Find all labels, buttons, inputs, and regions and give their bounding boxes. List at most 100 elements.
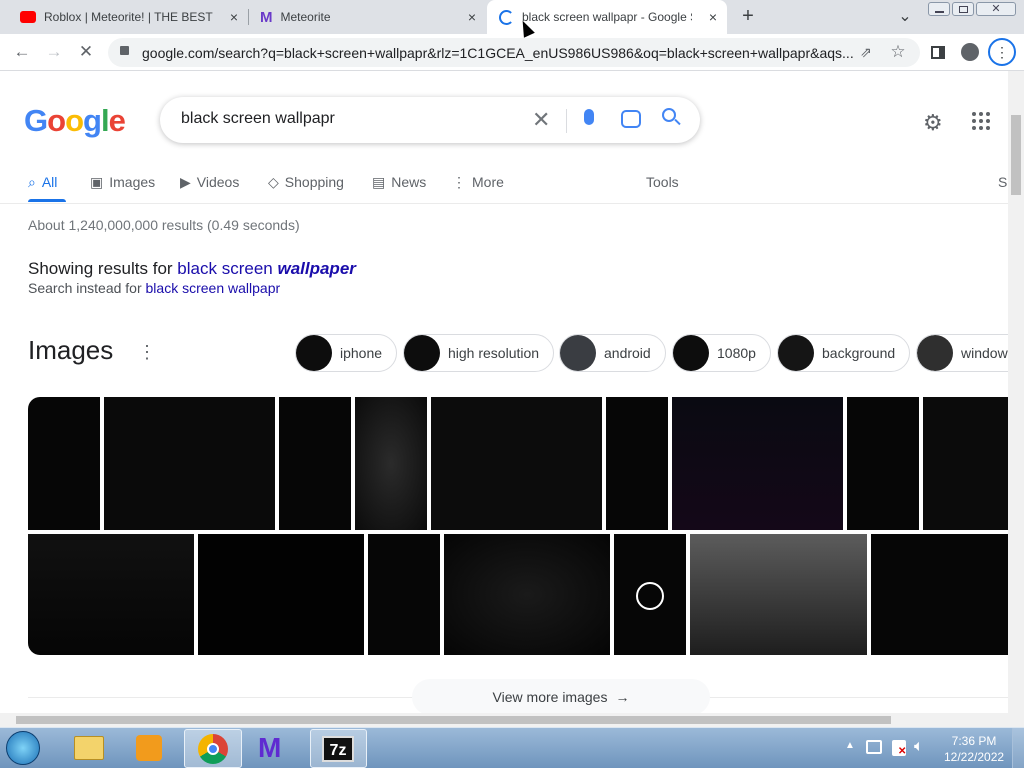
tab-title: black screen wallpapr - Google S (522, 10, 692, 24)
image-result[interactable] (198, 534, 364, 655)
original-query-link[interactable]: black screen wallpapr (146, 280, 281, 296)
image-result[interactable] (28, 397, 100, 530)
camera-lens-icon[interactable] (621, 110, 641, 128)
restore-button[interactable] (952, 2, 974, 16)
more-dots-icon: ⋮ (452, 173, 466, 190)
close-tab-icon[interactable]: × (464, 9, 480, 25)
apps-grid-icon[interactable] (972, 112, 990, 130)
tab-title: Meteorite (280, 10, 331, 24)
tag-icon: ◇ (268, 173, 279, 190)
news-icon: ▤ (372, 173, 386, 190)
tab-strip: Roblox | Meteorite! | THE BEST R( × M Me… (0, 0, 1024, 34)
show-desktop-button[interactable] (1012, 728, 1024, 768)
horizontal-scrollbar[interactable] (0, 713, 1008, 727)
images-heading: Images (28, 335, 114, 365)
image-result[interactable] (847, 397, 919, 530)
media-player-icon[interactable] (136, 735, 162, 761)
image-result[interactable] (606, 397, 668, 530)
youtube-icon (20, 11, 36, 23)
image-result[interactable] (672, 397, 843, 530)
corrected-query-link[interactable]: black screen wallpaper (177, 259, 356, 278)
taskbar: M 7z ▲ ✕ 🔈︎ 7:36 PM 12/22/2022 (0, 727, 1024, 768)
explorer-icon[interactable] (74, 736, 104, 760)
start-orb-icon[interactable] (6, 731, 40, 765)
action-center-icon[interactable]: ✕ (892, 740, 906, 757)
arrow-right-icon: → (615, 689, 630, 705)
network-icon[interactable] (866, 740, 882, 754)
tab-meteorite[interactable]: M Meteorite × (248, 0, 486, 34)
meteorite-taskbar-icon[interactable]: M (258, 732, 281, 764)
image-result[interactable] (28, 534, 194, 655)
tab-shopping[interactable]: ◇ Shopping (268, 171, 344, 193)
chip-1080p[interactable]: 1080p (672, 334, 771, 372)
tab-title: Roblox | Meteorite! | THE BEST R( (44, 10, 214, 24)
browser-toolbar: ← → ✕ google.com/search?q=black+screen+w… (0, 34, 1024, 71)
loading-spinner-icon (499, 9, 514, 25)
image-result[interactable] (279, 397, 351, 530)
view-more-images-button[interactable]: View more images → (412, 679, 710, 713)
seven-zip-taskbar-button[interactable]: 7z (310, 729, 367, 768)
volume-icon[interactable]: 🔈︎ (914, 738, 924, 756)
image-result[interactable] (104, 397, 275, 530)
minimize-button[interactable] (928, 2, 950, 16)
close-tab-icon[interactable]: × (226, 9, 242, 25)
tab-roblox[interactable]: Roblox | Meteorite! | THE BEST R( × (8, 0, 248, 34)
microphone-icon[interactable] (584, 109, 594, 125)
clock-time: 7:36 PM (951, 734, 997, 748)
sad-face-icon (636, 582, 664, 610)
image-result[interactable] (368, 534, 440, 655)
meteorite-icon: M (260, 8, 273, 26)
tab-search-button[interactable]: ⌄ (894, 6, 916, 28)
google-logo[interactable]: Google (24, 103, 126, 139)
tab-news[interactable]: ▤ News (372, 171, 426, 193)
search-input[interactable]: black screen wallpapr (181, 110, 335, 128)
images-menu-icon[interactable]: ⋮ (138, 342, 156, 363)
stop-loading-icon[interactable]: ✕ (74, 40, 98, 64)
side-panel-icon[interactable] (926, 40, 950, 64)
safesearch-button[interactable]: S (998, 171, 1007, 193)
image-icon: ▣ (90, 173, 104, 190)
spelling-correction: Showing results for black screen wallpap… (28, 259, 356, 278)
forward-arrow-icon[interactable]: → (42, 40, 66, 64)
chrome-taskbar-button[interactable] (184, 729, 242, 768)
vertical-scrollbar[interactable] (1008, 71, 1024, 713)
share-icon[interactable]: ⇗ (854, 40, 878, 64)
tools-button[interactable]: Tools (646, 171, 679, 193)
search-box[interactable]: black screen wallpapr ✕ (160, 97, 700, 143)
play-icon: ▶ (180, 173, 191, 190)
chrome-menu-icon[interactable]: ⋮ (988, 38, 1016, 66)
address-bar[interactable]: google.com/search?q=black+screen+wallpap… (108, 38, 920, 67)
image-result[interactable] (431, 397, 602, 530)
chip-window[interactable]: window (916, 334, 1008, 372)
tab-more[interactable]: ⋮ More (452, 171, 504, 193)
gear-icon[interactable]: ⚙ (923, 110, 943, 136)
close-window-button[interactable]: ✕ (976, 2, 1016, 16)
bookmark-star-icon[interactable]: ☆ (886, 40, 910, 64)
show-hidden-icons[interactable]: ▲ (845, 740, 855, 751)
new-tab-button[interactable]: + (737, 5, 759, 27)
lock-icon (120, 46, 129, 55)
clock[interactable]: 7:36 PM 12/22/2022 (944, 733, 1004, 765)
image-result[interactable] (690, 534, 867, 655)
seven-zip-icon: 7z (322, 736, 354, 762)
image-result[interactable] (355, 397, 427, 530)
image-result[interactable] (444, 534, 610, 655)
image-result[interactable] (871, 534, 1008, 655)
tab-images[interactable]: ▣ Images (90, 171, 155, 193)
back-arrow-icon[interactable]: ← (10, 40, 34, 64)
image-result[interactable] (923, 397, 1008, 530)
close-tab-icon[interactable]: × (705, 9, 721, 25)
profile-avatar-icon[interactable] (958, 40, 982, 64)
tab-videos[interactable]: ▶ Videos (180, 171, 239, 193)
result-stats: About 1,240,000,000 results (0.49 second… (28, 217, 300, 233)
clear-search-icon[interactable]: ✕ (532, 107, 550, 133)
chip-iphone[interactable]: iphone (295, 334, 398, 372)
window-controls: ✕ (928, 2, 1018, 18)
chip-background[interactable]: background (777, 334, 911, 372)
chip-android[interactable]: android (559, 334, 666, 372)
chip-high-resolution[interactable]: high resolution (403, 334, 555, 372)
url-text: google.com/search?q=black+screen+wallpap… (142, 44, 854, 61)
tab-all[interactable]: ⌕ All (28, 171, 57, 193)
search-instead: Search instead for black screen wallpapr (28, 280, 281, 296)
image-result[interactable] (614, 534, 686, 655)
